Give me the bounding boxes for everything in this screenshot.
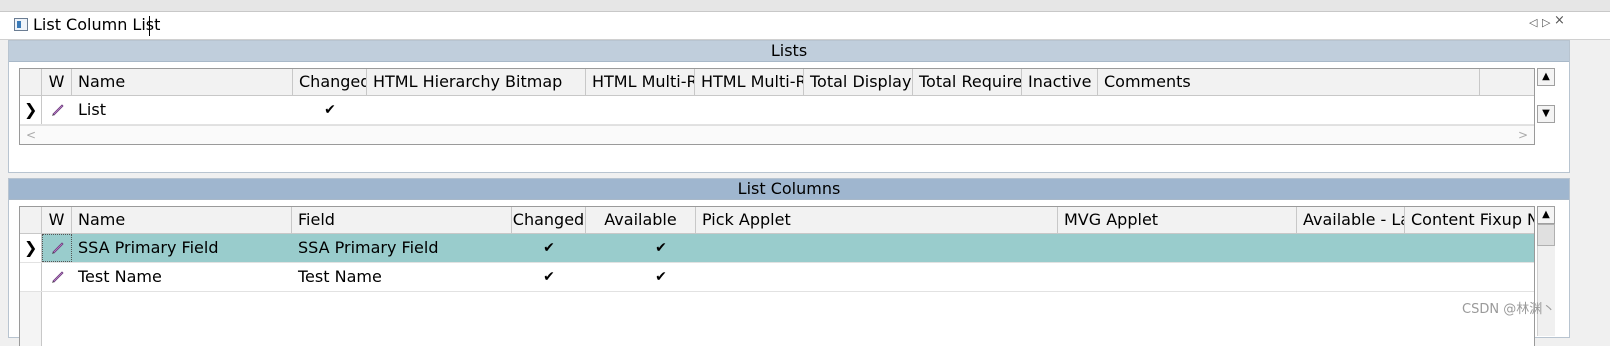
cell-available-checkmark[interactable]: ✔ — [586, 234, 736, 262]
edit-pencil-icon[interactable] — [50, 239, 66, 255]
column-header-w[interactable]: W — [42, 69, 72, 95]
table-row[interactable]: ❯ SSA Primary Field SSA Primary Field ✔ … — [20, 234, 1534, 263]
vertical-scroll-track[interactable] — [1537, 246, 1555, 336]
cell-pick-applet[interactable] — [736, 263, 1058, 291]
scroll-up-button[interactable]: ▲ — [1537, 206, 1555, 224]
cell-inactive[interactable] — [1022, 96, 1098, 124]
row-selector-column-fill — [20, 292, 42, 346]
cell-available-language[interactable] — [1297, 263, 1405, 291]
column-header-content-fixup[interactable]: Content Fixup Na — [1405, 207, 1534, 233]
view-tab-bar: List Column List ◁ ▷ × — [0, 12, 1610, 40]
cell-content-fixup[interactable] — [1405, 234, 1534, 262]
column-header-w[interactable]: W — [42, 207, 72, 233]
list-columns-grid: W Name Field Changed Available Pick Appl… — [19, 206, 1535, 346]
cell-mvg-applet[interactable] — [1058, 234, 1297, 262]
prev-tab-icon[interactable]: ◁ — [1529, 16, 1537, 30]
cell-content-fixup[interactable] — [1405, 263, 1534, 291]
watermark-text: CSDN @林渊丶 — [1462, 302, 1556, 317]
lists-panel-title: Lists — [9, 41, 1569, 62]
row-selector[interactable]: ❯ — [20, 234, 42, 262]
cell-pick-applet[interactable] — [736, 234, 1058, 262]
column-header-html-multi-2[interactable]: HTML Multi-Re — [695, 69, 804, 95]
close-icon[interactable]: × — [1554, 14, 1565, 28]
row-selector-header — [20, 207, 42, 233]
window-top-strip — [0, 0, 1610, 12]
list-columns-grid-header: W Name Field Changed Available Pick Appl… — [20, 207, 1534, 234]
text-cursor — [149, 16, 150, 36]
cell-available-language[interactable] — [1297, 234, 1405, 262]
table-row[interactable]: Test Name Test Name ✔ ✔ — [20, 263, 1534, 292]
column-header-field[interactable]: Field — [292, 207, 512, 233]
edit-pencil-icon[interactable] — [50, 101, 66, 117]
column-header-filler — [1480, 69, 1534, 95]
scroll-left-icon[interactable]: < — [26, 126, 36, 144]
lists-grid-header: W Name Changed HTML Hierarchy Bitmap HTM… — [20, 69, 1534, 96]
lists-horizontal-scrollbar[interactable]: < > — [20, 125, 1534, 144]
cell-html-hierarchy-bitmap[interactable] — [367, 96, 586, 124]
column-header-total-displayed[interactable]: Total Displaye — [804, 69, 913, 95]
cell-changed-checkmark: ✔ — [324, 102, 336, 118]
column-header-html-multi-1[interactable]: HTML Multi-Re — [586, 69, 695, 95]
list-columns-panel: List Columns W Name Field Changed Availa… — [8, 178, 1570, 346]
column-header-inactive[interactable]: Inactive — [1022, 69, 1098, 95]
column-header-name[interactable]: Name — [72, 69, 293, 95]
cell-name[interactable]: SSA Primary Field — [72, 234, 292, 262]
cell-total-required[interactable] — [913, 96, 1022, 124]
column-header-comments[interactable]: Comments — [1098, 69, 1480, 95]
row-selector[interactable]: ❯ — [20, 96, 42, 124]
scroll-up-button[interactable]: ▲ — [1537, 68, 1555, 86]
column-header-mvg-applet[interactable]: MVG Applet — [1058, 207, 1297, 233]
view-tab-title[interactable]: List Column List — [33, 15, 160, 35]
cell-html-multi-2[interactable] — [695, 96, 804, 124]
cell-changed-checkmark: ✔ — [543, 269, 555, 285]
column-header-changed[interactable]: Changed — [512, 207, 586, 233]
cell-total-displayed[interactable] — [804, 96, 913, 124]
cell-field[interactable]: Test Name — [292, 263, 512, 291]
next-tab-icon[interactable]: ▷ — [1542, 16, 1550, 30]
cell-name[interactable]: List — [72, 96, 293, 124]
column-header-pick-applet[interactable]: Pick Applet — [696, 207, 1058, 233]
row-selector-header — [20, 69, 42, 95]
cell-changed-checkmark: ✔ — [543, 240, 555, 256]
column-header-name[interactable]: Name — [72, 207, 292, 233]
scroll-down-button[interactable]: ▼ — [1537, 105, 1555, 123]
scroll-right-icon[interactable]: > — [1518, 126, 1528, 144]
lists-grid: W Name Changed HTML Hierarchy Bitmap HTM… — [19, 68, 1535, 145]
edit-pencil-icon[interactable] — [50, 268, 66, 284]
column-header-html-hierarchy-bitmap[interactable]: HTML Hierarchy Bitmap — [367, 69, 586, 95]
column-header-available[interactable]: Available — [586, 207, 696, 233]
current-row-arrow-icon: ❯ — [24, 238, 38, 257]
list-columns-panel-title: List Columns — [9, 179, 1569, 200]
vertical-scroll-thumb[interactable] — [1537, 224, 1555, 246]
list-view-icon — [14, 18, 28, 31]
lists-panel: Lists W Name Changed HTML Hierarchy Bitm… — [8, 40, 1570, 173]
column-header-total-required[interactable]: Total Require — [913, 69, 1022, 95]
table-row[interactable]: ❯ List ✔ — [20, 96, 1534, 125]
current-row-arrow-icon: ❯ — [24, 100, 38, 119]
cell-field[interactable]: SSA Primary Field — [292, 234, 512, 262]
column-header-changed[interactable]: Changed — [293, 69, 367, 95]
cell-comments[interactable] — [1098, 96, 1480, 124]
cell-mvg-applet[interactable] — [1058, 263, 1297, 291]
row-selector[interactable] — [20, 263, 42, 291]
cell-available-checkmark[interactable]: ✔ — [586, 263, 736, 291]
column-header-available-language[interactable]: Available - Lar — [1297, 207, 1405, 233]
cell-name[interactable]: Test Name — [72, 263, 292, 291]
cell-html-multi-1[interactable] — [586, 96, 695, 124]
